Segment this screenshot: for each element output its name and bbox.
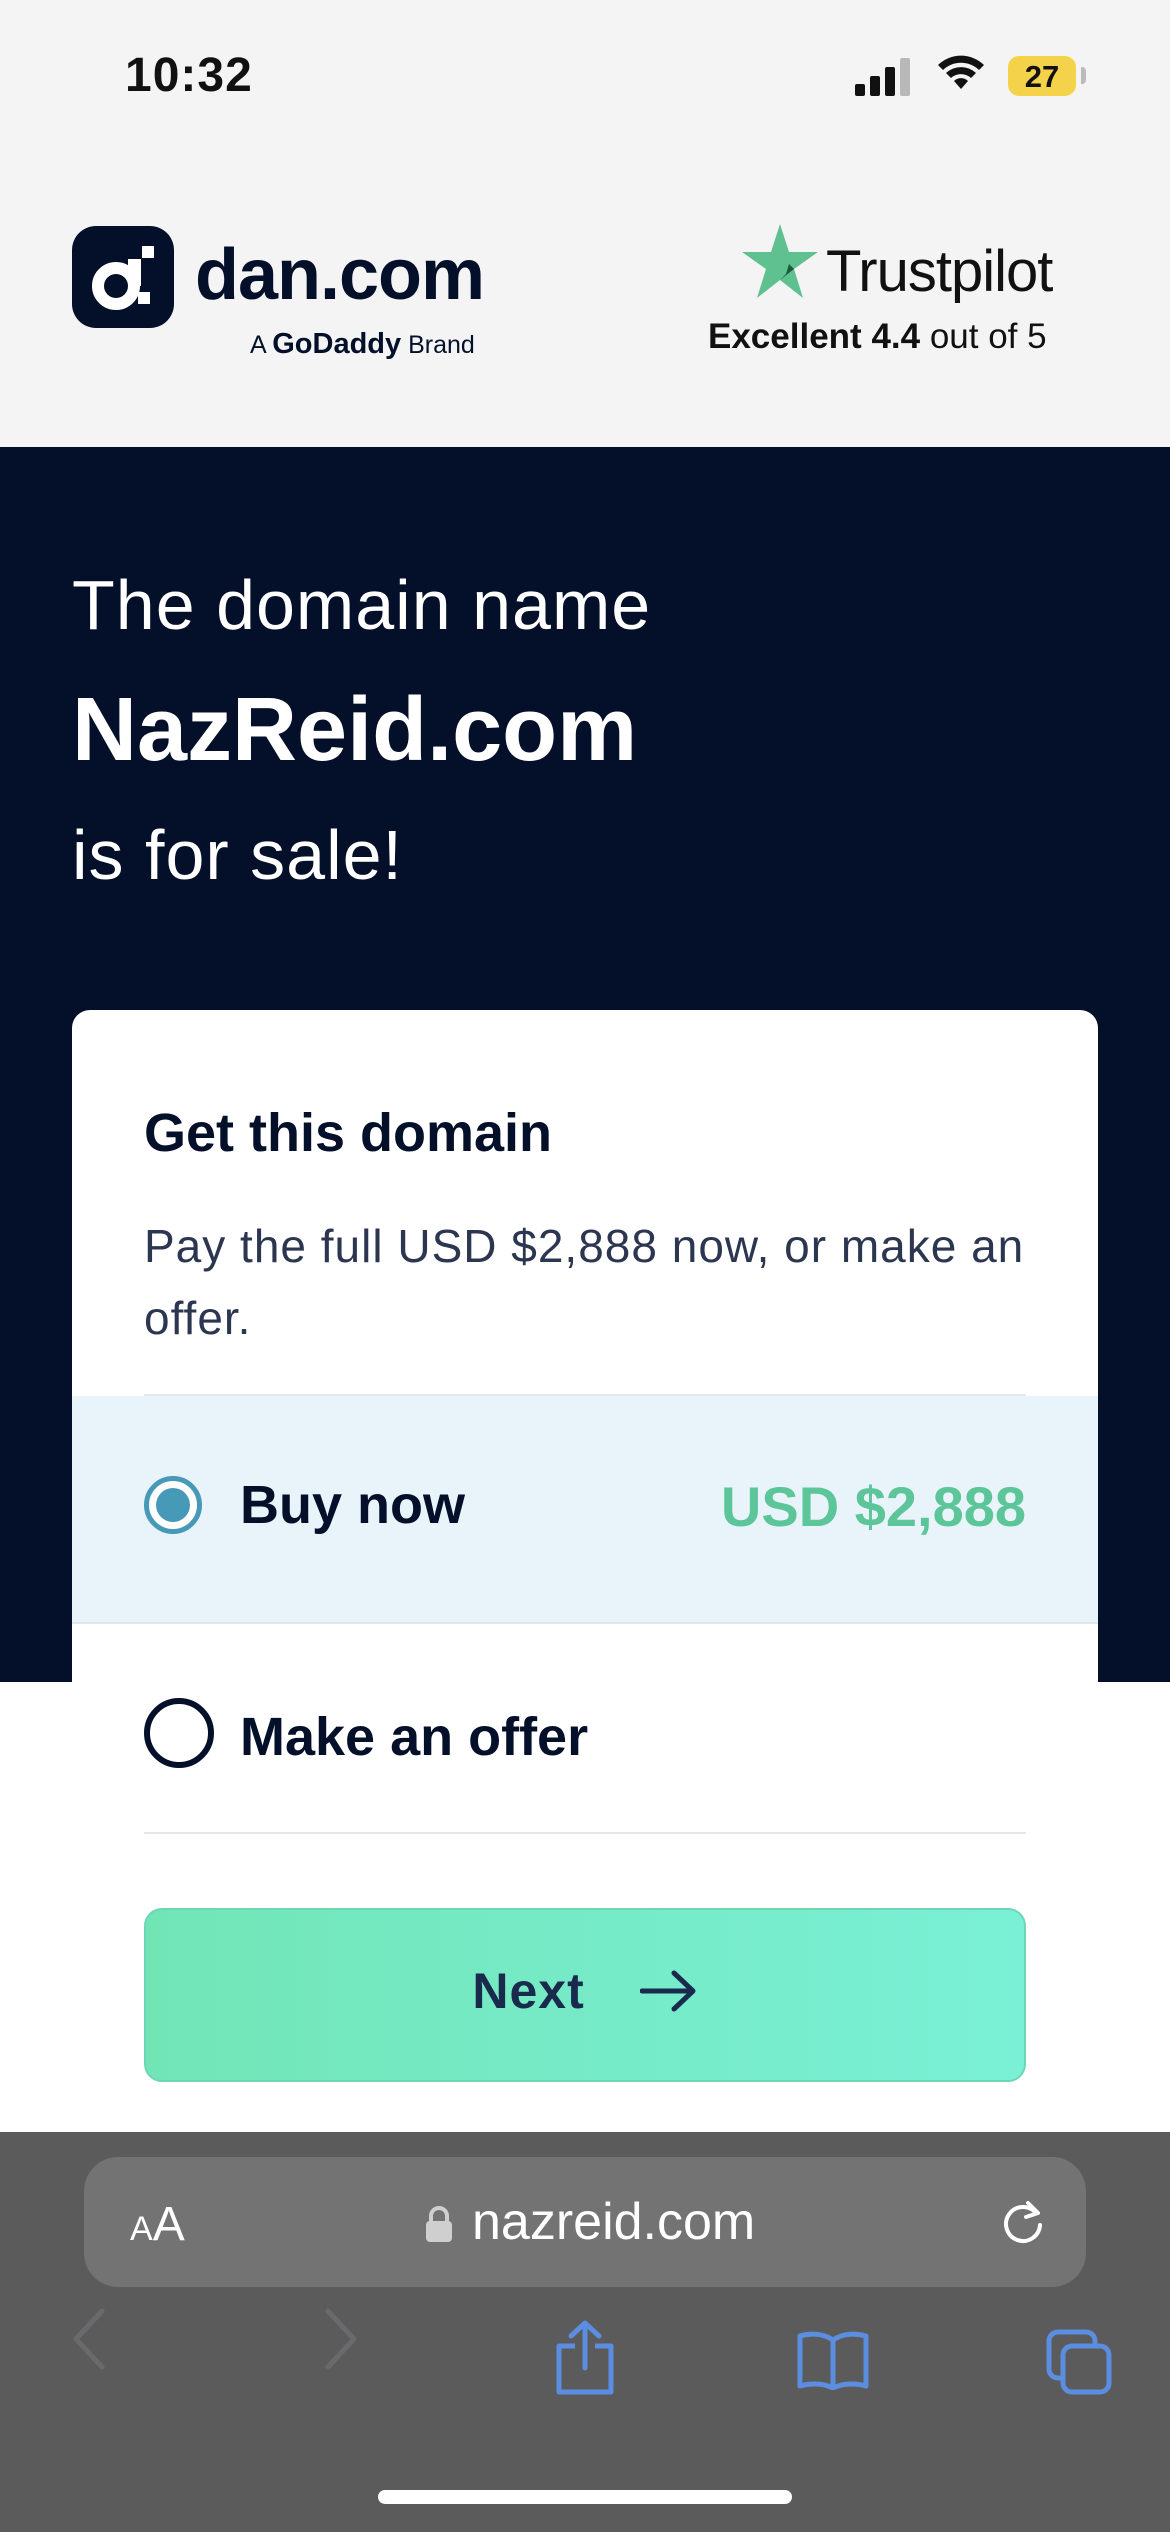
logo-tagline: A GoDaddy Brand	[250, 328, 475, 360]
cellular-signal-icon	[855, 58, 910, 96]
browser-toolbar: AA nazreid.com	[0, 2132, 1170, 2532]
battery-tip	[1081, 67, 1086, 84]
hero-for-sale: is for sale!	[72, 816, 403, 894]
forward-icon[interactable]	[320, 2307, 360, 2371]
reload-icon[interactable]	[998, 2197, 1048, 2247]
option-label: Buy now	[240, 1475, 465, 1535]
dan-logo-icon[interactable]	[72, 226, 174, 328]
next-button[interactable]: Next	[144, 1908, 1026, 2082]
trustpilot-rating: Excellent 4.4 out of 5	[708, 317, 1047, 356]
battery-level: 27	[1024, 59, 1060, 94]
radio-unselected-icon[interactable]	[144, 1698, 214, 1768]
option-buy-now[interactable]: Buy now USD $2,888	[72, 1396, 1098, 1624]
radio-selected-icon[interactable]	[144, 1476, 202, 1534]
wifi-icon	[938, 55, 984, 89]
hero-intro: The domain name	[72, 566, 652, 644]
url-text[interactable]: nazreid.com	[472, 2192, 755, 2252]
battery-icon: 27	[1008, 56, 1076, 96]
status-bar: 10:32 27	[0, 0, 1170, 150]
trustpilot-name[interactable]: Trustpilot	[826, 238, 1053, 305]
next-button-label: Next	[472, 1963, 585, 2019]
text-size-button[interactable]: AA	[130, 2197, 185, 2252]
option-make-offer[interactable]: Make an offer	[72, 1624, 1098, 1844]
hero-domain-name: NazReid.com	[72, 680, 638, 780]
site-header: dan.com A GoDaddy Brand Trustpilot Excel…	[0, 150, 1170, 447]
buy-now-price: USD $2,888	[720, 1475, 1026, 1538]
divider	[144, 1832, 1026, 1834]
tabs-icon[interactable]	[1045, 2328, 1115, 2398]
logo-text[interactable]: dan.com	[195, 234, 485, 316]
status-time: 10:32	[125, 49, 253, 102]
card-description: Pay the full USD $2,888 now, or make an …	[144, 1220, 1025, 1344]
lock-icon	[426, 2206, 452, 2242]
trustpilot-star-icon	[742, 224, 818, 298]
home-indicator	[378, 2490, 792, 2504]
address-bar[interactable]: AA nazreid.com	[84, 2157, 1086, 2287]
purchase-card: Get this domain Pay the full USD $2,888 …	[72, 1010, 1098, 2210]
card-title: Get this domain	[144, 1103, 553, 1163]
arrow-right-icon	[639, 1970, 696, 2012]
share-icon[interactable]	[553, 2320, 617, 2396]
option-label: Make an offer	[240, 1707, 589, 1767]
back-icon[interactable]	[70, 2307, 110, 2371]
bookmarks-icon[interactable]	[796, 2330, 870, 2390]
